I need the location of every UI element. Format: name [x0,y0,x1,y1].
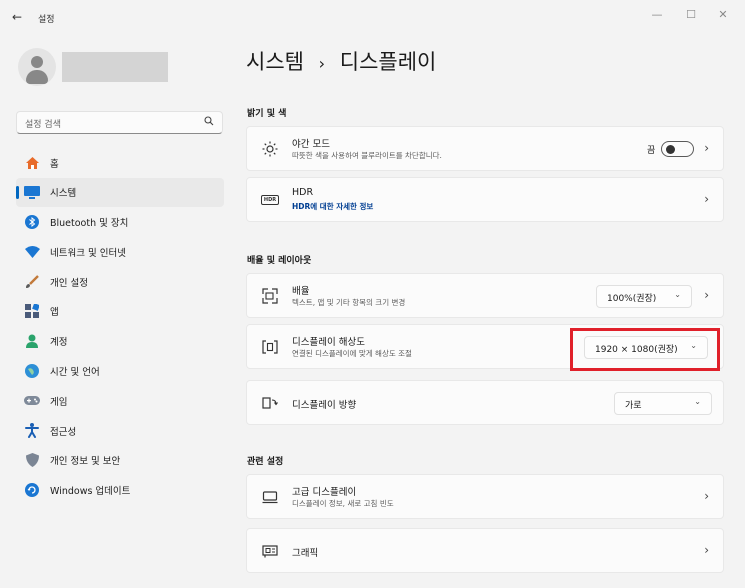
sidebar-item-label: 계정 [50,337,68,349]
avatar-body [26,70,48,84]
section-related-settings: 관련 설정 [247,457,284,467]
chevron-right-icon[interactable]: › [704,192,709,206]
scale-dropdown[interactable]: 100%(권장) ⌄ [596,285,692,308]
resolution-subtitle: 연결된 디스플레이에 맞게 해상도 조절 [292,349,412,358]
chevron-right-icon[interactable]: › [704,489,709,503]
chevron-right-icon[interactable]: › [704,288,709,302]
sidebar-item-label: 시스템 [50,188,77,200]
account-icon [24,333,40,349]
avatar[interactable] [18,48,56,86]
sidebar-item-gaming[interactable]: 게임 [16,386,224,415]
monitor-icon [261,488,279,506]
apps-icon [24,303,40,319]
scale-dropdown-value: 100%(권장) [607,294,657,304]
update-icon [24,482,40,498]
sidebar-item-label: 시간 및 언어 [50,367,100,379]
resolution-highlight-box [570,328,720,371]
sidebar-item-home[interactable]: 홈 [16,148,224,177]
chevron-right-icon[interactable]: › [704,543,709,557]
accessibility-icon [24,423,40,439]
sidebar-item-label: 개인 정보 및 보안 [50,456,121,468]
search-icon [204,116,214,129]
title-bar: ← 설정 — ☐ ✕ [0,0,745,36]
sidebar-item-label: 앱 [50,307,59,319]
orientation-dropdown-value: 가로 [625,401,642,411]
breadcrumb-parent[interactable]: 시스템 [246,50,304,74]
brush-icon [24,274,40,290]
sidebar-item-privacy[interactable]: 개인 정보 및 보안 [16,446,224,475]
orientation-dropdown[interactable]: 가로 ⌄ [614,392,712,415]
sidebar-item-bluetooth[interactable]: Bluetooth 및 장치 [16,208,224,237]
sidebar-item-label: 홈 [50,158,59,170]
minimize-button[interactable]: — [642,8,672,21]
section-scale-layout: 배율 및 레이아웃 [247,256,312,266]
night-light-card[interactable]: 야간 모드 따뜻한 색을 사용하여 블루라이트를 차단합니다. 끔 › [246,126,724,171]
hdr-card[interactable]: HDR HDR HDR에 대한 자세한 정보 › [246,177,724,222]
back-button[interactable]: ← [12,10,22,24]
sidebar-item-label: 네트워크 및 인터넷 [50,247,126,259]
breadcrumb-current: 디스플레이 [339,50,437,74]
sidebar-item-apps[interactable]: 앱 [16,297,224,326]
sidebar-item-personalization[interactable]: 개인 설정 [16,267,224,296]
avatar-head [31,56,43,68]
graphics-title: 그래픽 [292,548,319,559]
sidebar-item-system[interactable]: 시스템 [16,177,224,207]
network-icon [24,244,40,260]
night-light-toggle[interactable] [661,141,694,157]
sidebar-item-label: 접근성 [50,426,77,438]
home-icon [24,155,40,171]
sidebar-item-windows-update[interactable]: Windows 업데이트 [16,476,224,505]
resolution-icon [261,338,279,356]
scale-subtitle: 텍스트, 앱 및 기타 항목의 크기 변경 [292,298,406,307]
orientation-title: 디스플레이 방향 [292,400,357,411]
sidebar-item-accessibility[interactable]: 접근성 [16,416,224,445]
resolution-title: 디스플레이 해상도 [292,337,365,348]
night-light-subtitle: 따뜻한 색을 사용하여 블루라이트를 차단합니다. [292,151,442,160]
chevron-right-icon[interactable]: › [704,141,709,155]
brightness-icon [261,140,279,158]
night-light-title: 야간 모드 [292,139,330,150]
sidebar-item-label: Bluetooth 및 장치 [50,218,129,230]
user-name-redacted [62,52,168,82]
breadcrumb: 시스템 › 디스플레이 [246,46,436,76]
advanced-display-subtitle: 디스플레이 정보, 새로 고침 빈도 [292,499,394,508]
graphics-icon [261,542,279,560]
hdr-icon-text: HDR [261,195,279,205]
sidebar-item-time-language[interactable]: 시간 및 언어 [16,357,224,386]
gamepad-icon [24,393,40,409]
globe-icon [24,363,40,379]
search-placeholder: 설정 검색 [25,120,61,130]
night-light-state-label: 끔 [647,146,656,156]
scale-card[interactable]: 배율 텍스트, 앱 및 기타 항목의 크기 변경 100%(권장) ⌄ › [246,273,724,318]
graphics-card[interactable]: 그래픽 › [246,528,724,573]
sidebar-item-label: 개인 설정 [50,277,88,289]
bluetooth-icon [24,214,40,230]
hdr-info-link[interactable]: HDR에 대한 자세한 정보 [292,201,373,212]
orientation-card: 디스플레이 방향 가로 ⌄ [246,380,724,425]
scale-icon [261,287,279,305]
advanced-display-title: 고급 디스플레이 [292,487,357,498]
sidebar-item-label: Windows 업데이트 [50,486,131,498]
search-input[interactable]: 설정 검색 [16,111,223,134]
toggle-knob [666,145,675,154]
sidebar-item-accounts[interactable]: 계정 [16,327,224,356]
sidebar-item-label: 게임 [50,396,68,408]
advanced-display-card[interactable]: 고급 디스플레이 디스플레이 정보, 새로 고침 빈도 › [246,474,724,519]
section-brightness-color: 밝기 및 색 [247,109,287,119]
app-title: 설정 [38,15,55,25]
chevron-down-icon: ⌄ [674,290,681,299]
settings-window: ← 설정 — ☐ ✕ 설정 검색 홈 시스템 Bluetooth 및 장치 네트… [0,0,745,588]
sidebar-item-network[interactable]: 네트워크 및 인터넷 [16,237,224,266]
scale-title: 배율 [292,286,310,297]
sidebar-nav: 홈 시스템 Bluetooth 및 장치 네트워크 및 인터넷 개인 설정 앱 … [16,148,224,506]
close-button[interactable]: ✕ [708,8,738,21]
shield-icon [24,452,40,468]
breadcrumb-separator: › [318,54,326,73]
chevron-down-icon: ⌄ [694,397,701,406]
maximize-button[interactable]: ☐ [676,8,706,21]
orientation-icon [261,394,279,412]
system-icon [24,184,40,200]
hdr-icon: HDR [261,191,279,209]
hdr-title: HDR [292,187,314,198]
